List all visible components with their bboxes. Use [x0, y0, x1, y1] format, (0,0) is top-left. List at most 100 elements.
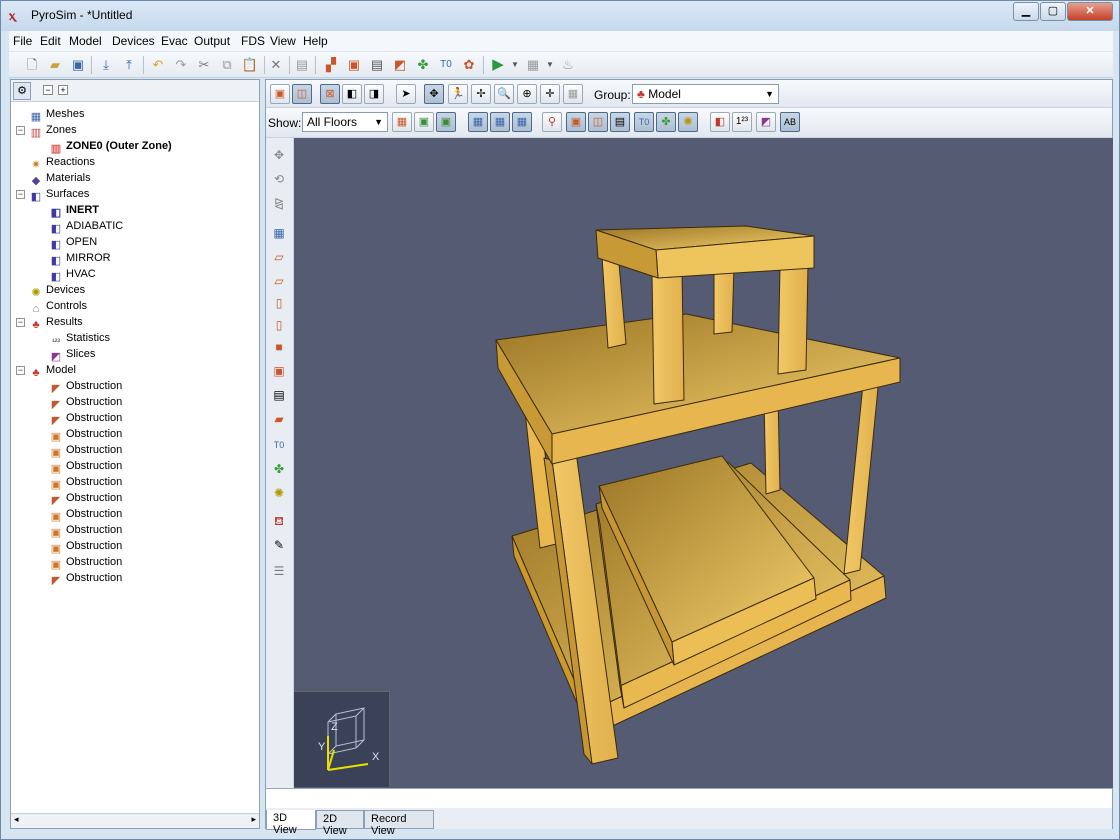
tree-item[interactable]: ✺ Devices [29, 282, 85, 299]
record-icon[interactable]: ▦ [524, 56, 542, 74]
tree-horizontal-scrollbar[interactable]: ◂ ▸ [11, 813, 259, 828]
show-paths-icon[interactable]: ⚲ [542, 112, 562, 132]
pan-tool-icon[interactable]: ✢ [471, 84, 491, 104]
zoom-box-tool-icon[interactable]: ⊕ [517, 84, 537, 104]
tree-item[interactable]: ▥ ZONE0 (Outer Zone) [49, 138, 172, 155]
roam-tool-icon[interactable]: ✛ [540, 84, 560, 104]
tree-item[interactable]: ◧ ADIABATIC [49, 218, 123, 235]
draw-slab-hole-icon[interactable]: ▱ [270, 272, 288, 290]
tree-item[interactable]: ▣ Obstruction [49, 522, 122, 539]
maximize-button[interactable]: ▢ [1040, 2, 1066, 21]
close-button[interactable]: ✕ [1067, 2, 1113, 21]
tree-item[interactable]: ▥ Zones [29, 122, 77, 139]
properties-icon[interactable]: ▤ [293, 56, 311, 74]
tree-item[interactable]: ⌂ Controls [29, 298, 87, 315]
more-tools-icon[interactable]: ☰ [270, 562, 288, 580]
show-statistics-icon[interactable]: 1²³ [732, 112, 752, 132]
menu-devices[interactable]: Devices [112, 34, 155, 48]
show-background-icon[interactable]: ▣ [414, 112, 434, 132]
tree-collapse-toggle[interactable]: − [16, 190, 25, 199]
new-text-icon[interactable]: T0 [437, 56, 455, 74]
tree-item[interactable]: ♣ Model [29, 362, 76, 379]
new-device-icon[interactable]: ✤ [414, 56, 432, 74]
tree-item[interactable]: ◧ Surfaces [29, 186, 90, 203]
solid-view-icon[interactable]: ◫ [292, 84, 312, 104]
paint-bucket-icon[interactable]: ⛾ [270, 512, 288, 530]
tree-collapse-toggle[interactable]: − [16, 126, 25, 135]
tree-collapse-toggle[interactable]: − [16, 318, 25, 327]
draw-text-icon[interactable]: T0 [270, 436, 288, 454]
menu-model[interactable]: Model [69, 34, 102, 48]
record-dropdown-icon[interactable]: ▼ [541, 56, 559, 74]
draw-hole-icon[interactable]: ▣ [270, 362, 288, 380]
tab-3d-view[interactable]: 3D View [266, 810, 316, 836]
eyedropper-icon[interactable]: ✎ [270, 536, 288, 554]
tree-item[interactable]: ▣ Obstruction [49, 538, 122, 555]
tree-item[interactable]: ◤ Obstruction [49, 410, 122, 427]
reset-view-icon[interactable]: ▦ [563, 84, 583, 104]
flat-view-icon[interactable]: ◧ [342, 84, 362, 104]
show-text-icon[interactable]: T0 [634, 112, 654, 132]
group-select[interactable]: ♣ Model ▼ [632, 84, 779, 104]
smooth-view-icon[interactable]: ◨ [364, 84, 384, 104]
run-simulation-icon[interactable]: ▶ [489, 56, 507, 74]
menu-evac[interactable]: Evac [161, 34, 188, 48]
menu-fds[interactable]: FDS [241, 34, 265, 48]
delete-icon[interactable]: ✕ [267, 56, 285, 74]
show-mesh-cells-icon[interactable]: ▦ [512, 112, 532, 132]
walk-tool-icon[interactable]: 🏃 [448, 84, 468, 104]
show-labels-icon[interactable]: AB [780, 112, 800, 132]
tree-item[interactable]: ◤ Obstruction [49, 378, 122, 395]
tree-item[interactable]: ◩ Slices [49, 346, 96, 363]
tree-item[interactable]: ◤ Obstruction [49, 490, 122, 507]
show-mesh-outline-icon[interactable]: ▦ [490, 112, 510, 132]
tree-item[interactable]: ▣ Obstruction [49, 426, 122, 443]
3d-viewport[interactable]: Z Y X [294, 138, 1113, 788]
draw-wall-icon[interactable]: ▯ [270, 294, 288, 312]
show-hide-objects-icon[interactable]: ▣ [270, 84, 290, 104]
select-tool-icon[interactable]: ➤ [396, 84, 416, 104]
copy-icon[interactable]: ⧉ [218, 56, 236, 74]
menu-output[interactable]: Output [194, 34, 230, 48]
floor-select[interactable]: All Floors ▼ [302, 112, 388, 132]
new-hole-icon[interactable]: ▣ [345, 56, 363, 74]
new-obstruction-icon[interactable]: ▞ [322, 56, 340, 74]
filter-tree-icon[interactable]: ⚙ [13, 82, 31, 100]
rotate-tool-icon[interactable]: ⟲ [270, 170, 288, 188]
new-file-icon[interactable]: 🗋 [23, 56, 41, 74]
tree-item[interactable]: ◧ INERT [49, 202, 99, 219]
cut-icon[interactable]: ✂ [195, 56, 213, 74]
undo-icon[interactable]: ↶ [149, 56, 167, 74]
show-vents-icon[interactable]: ▤ [610, 112, 630, 132]
show-devices-icon[interactable]: ✤ [656, 112, 676, 132]
run-dropdown-icon[interactable]: ▼ [506, 56, 524, 74]
zoom-tool-icon[interactable]: 🔍 [494, 84, 514, 104]
move-tool-icon[interactable]: ✥ [270, 146, 288, 164]
minimize-button[interactable]: ▁ [1013, 2, 1039, 21]
tree-item[interactable]: ◧ OPEN [49, 234, 97, 251]
import-icon[interactable]: ⤓ [97, 56, 115, 74]
draw-block-icon[interactable]: ■ [270, 338, 288, 356]
draw-sprinkler-icon[interactable]: ✺ [270, 484, 288, 502]
tree-collapse-toggle[interactable]: − [16, 366, 25, 375]
tree-item[interactable]: ◤ Obstruction [49, 570, 122, 587]
tab-record-view[interactable]: Record View [364, 810, 434, 837]
export-icon[interactable]: ⤒ [120, 56, 138, 74]
tree-item[interactable]: ▣ Obstruction [49, 506, 122, 523]
new-surface-icon[interactable]: ◩ [391, 56, 409, 74]
draw-mesh-icon[interactable]: ▦ [270, 224, 288, 242]
floor-settings-icon[interactable]: ▦ [392, 112, 412, 132]
menu-view[interactable]: View [270, 34, 296, 48]
new-material-icon[interactable]: ✿ [460, 56, 478, 74]
tree-item[interactable]: ▦ Meshes [29, 106, 85, 123]
tree-item[interactable]: ◤ Obstruction [49, 394, 122, 411]
show-zones-icon[interactable]: ◧ [710, 112, 730, 132]
tree-item[interactable]: ♣ Results [29, 314, 82, 331]
expand-all-button[interactable]: + [58, 85, 68, 95]
tree-item[interactable]: ▣ Obstruction [49, 458, 122, 475]
tree-item[interactable]: ▣ Obstruction [49, 554, 122, 571]
show-sprinklers-icon[interactable]: ✺ [678, 112, 698, 132]
tree-item[interactable]: ✷ Reactions [29, 154, 95, 171]
tree-item[interactable]: ◆ Materials [29, 170, 91, 187]
orbit-tool-icon[interactable]: ✥ [424, 84, 444, 104]
